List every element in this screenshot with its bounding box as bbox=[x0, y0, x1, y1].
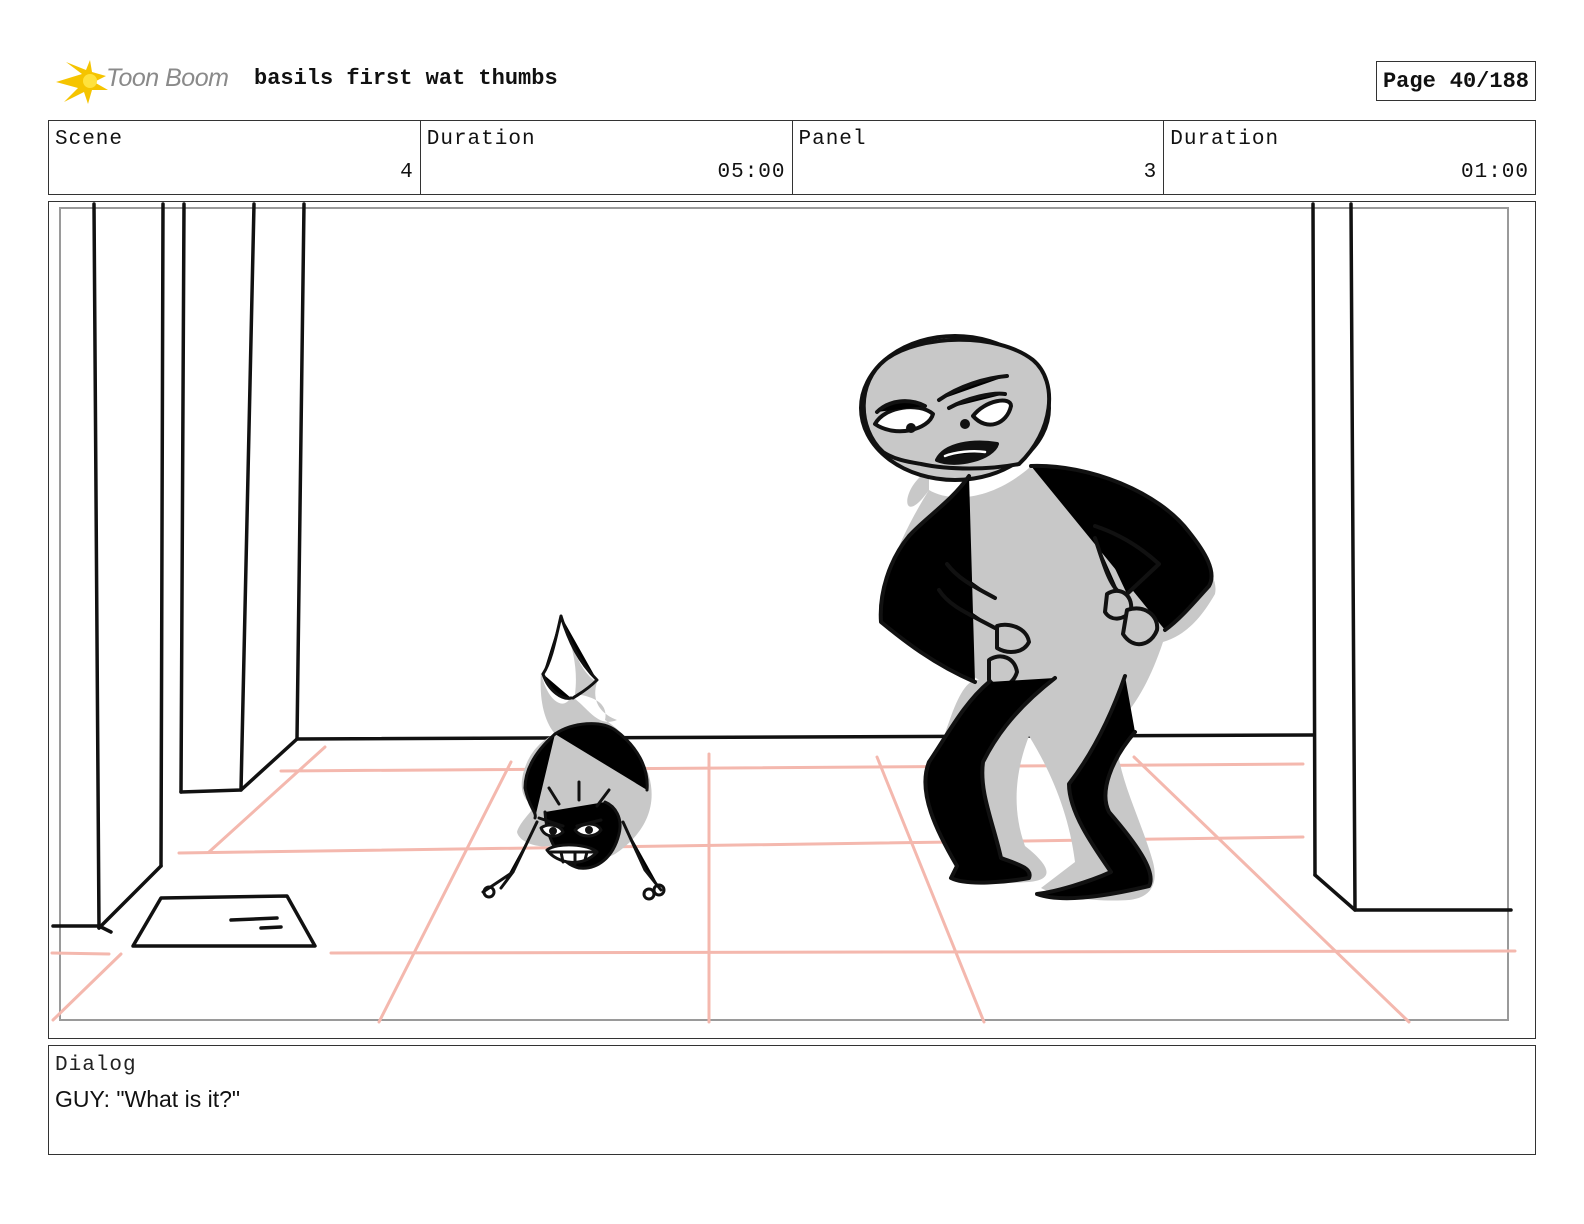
page-number: 40/188 bbox=[1449, 68, 1529, 94]
back-wall bbox=[295, 733, 1315, 741]
info-row: Scene 4 Duration 05:00 Panel 3 Duration … bbox=[48, 120, 1536, 195]
toon-boom-logo: Toon Boom bbox=[52, 58, 242, 106]
page-indicator: Page 40/188 bbox=[1375, 61, 1536, 101]
panel-value: 3 bbox=[1143, 161, 1158, 184]
flare-icon bbox=[56, 60, 108, 104]
scene-value: 4 bbox=[400, 161, 414, 184]
logo-text: Toon Boom bbox=[106, 64, 229, 92]
creature-character bbox=[481, 614, 666, 901]
panel-duration-cell: Duration 01:00 bbox=[1164, 121, 1535, 194]
panel-cell: Panel 3 bbox=[793, 121, 1165, 194]
paper-on-floor bbox=[131, 894, 317, 948]
safe-area-border bbox=[59, 207, 1509, 1021]
scene-label: Scene bbox=[55, 128, 124, 151]
scene-duration-label: Duration bbox=[426, 128, 536, 151]
scene-duration-cell: Duration 05:00 bbox=[421, 121, 793, 194]
panel-duration-label: Duration bbox=[1170, 128, 1280, 151]
dialog-box: Dialog GUY: "What is it?" bbox=[48, 1045, 1536, 1155]
guy-character bbox=[859, 334, 1216, 901]
storyboard-panel-frame bbox=[48, 201, 1536, 1039]
dialog-text: GUY: "What is it?" bbox=[55, 1086, 241, 1112]
right-door-frame bbox=[1311, 202, 1513, 912]
left-door-frame bbox=[51, 202, 306, 934]
page-label: Page bbox=[1382, 68, 1436, 94]
dialog-label: Dialog bbox=[55, 1054, 137, 1077]
scene-cell: Scene 4 bbox=[49, 121, 421, 194]
panel-drawing bbox=[50, 202, 1517, 1024]
project-title: basils first wat thumbs bbox=[254, 66, 558, 91]
floor-grid bbox=[50, 745, 1517, 1024]
storyboard-header: Toon Boom basils first wat thumbs Page 4… bbox=[48, 58, 1536, 104]
panel-duration-value: 01:00 bbox=[1460, 161, 1529, 184]
panel-label: Panel bbox=[798, 128, 867, 151]
scene-duration-value: 05:00 bbox=[717, 161, 786, 184]
